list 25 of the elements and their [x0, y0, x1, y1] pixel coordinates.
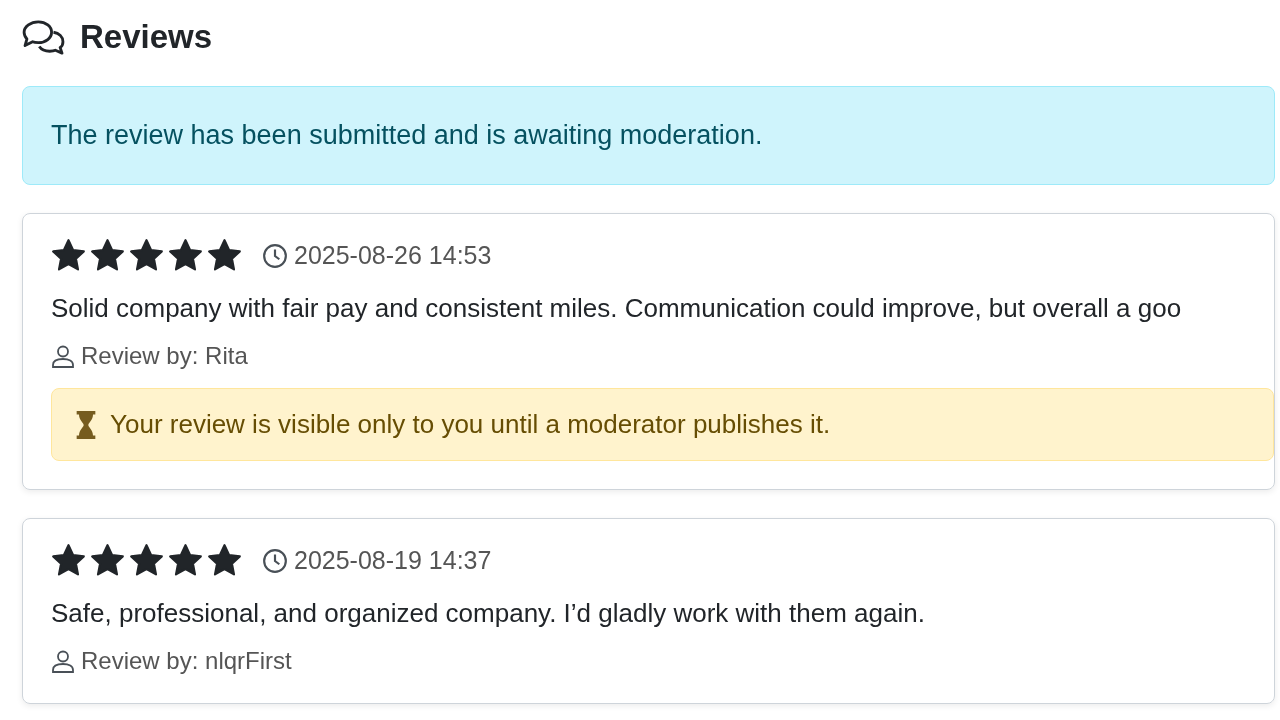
star-icon — [90, 238, 125, 273]
clock-icon — [262, 242, 288, 269]
star-icon — [90, 543, 125, 578]
review-author: Review by: Rita — [81, 342, 248, 370]
star-icon — [129, 238, 164, 273]
star-icon — [129, 543, 164, 578]
review-text: Safe, professional, and organized company. I’d gladly work with them again. — [51, 598, 926, 629]
star-icon — [207, 238, 242, 273]
hourglass-icon — [76, 410, 96, 439]
star-icon — [51, 543, 86, 578]
review-date: 2025-08-19 14:37 — [294, 546, 492, 575]
chat-bubbles-icon — [22, 19, 66, 55]
info-alert: The review has been submitted and is awaiting moderation. — [22, 86, 1275, 185]
person-icon — [51, 649, 75, 673]
star-icon — [51, 238, 86, 273]
review-date: 2025-08-26 14:53 — [294, 241, 492, 270]
page-title: Reviews — [80, 18, 213, 56]
star-icon — [207, 543, 242, 578]
star-icon — [168, 238, 203, 273]
person-icon — [51, 344, 75, 368]
star-icon — [168, 543, 203, 578]
pending-text: Your review is visible only to you until a moderator publishes it. — [110, 409, 831, 440]
review-author: Review by: nlqrFirst — [81, 647, 292, 675]
clock-icon — [262, 547, 288, 574]
review-text: Solid company with fair pay and consistent miles. Communication could improve, but overall a goo — [51, 293, 1183, 324]
